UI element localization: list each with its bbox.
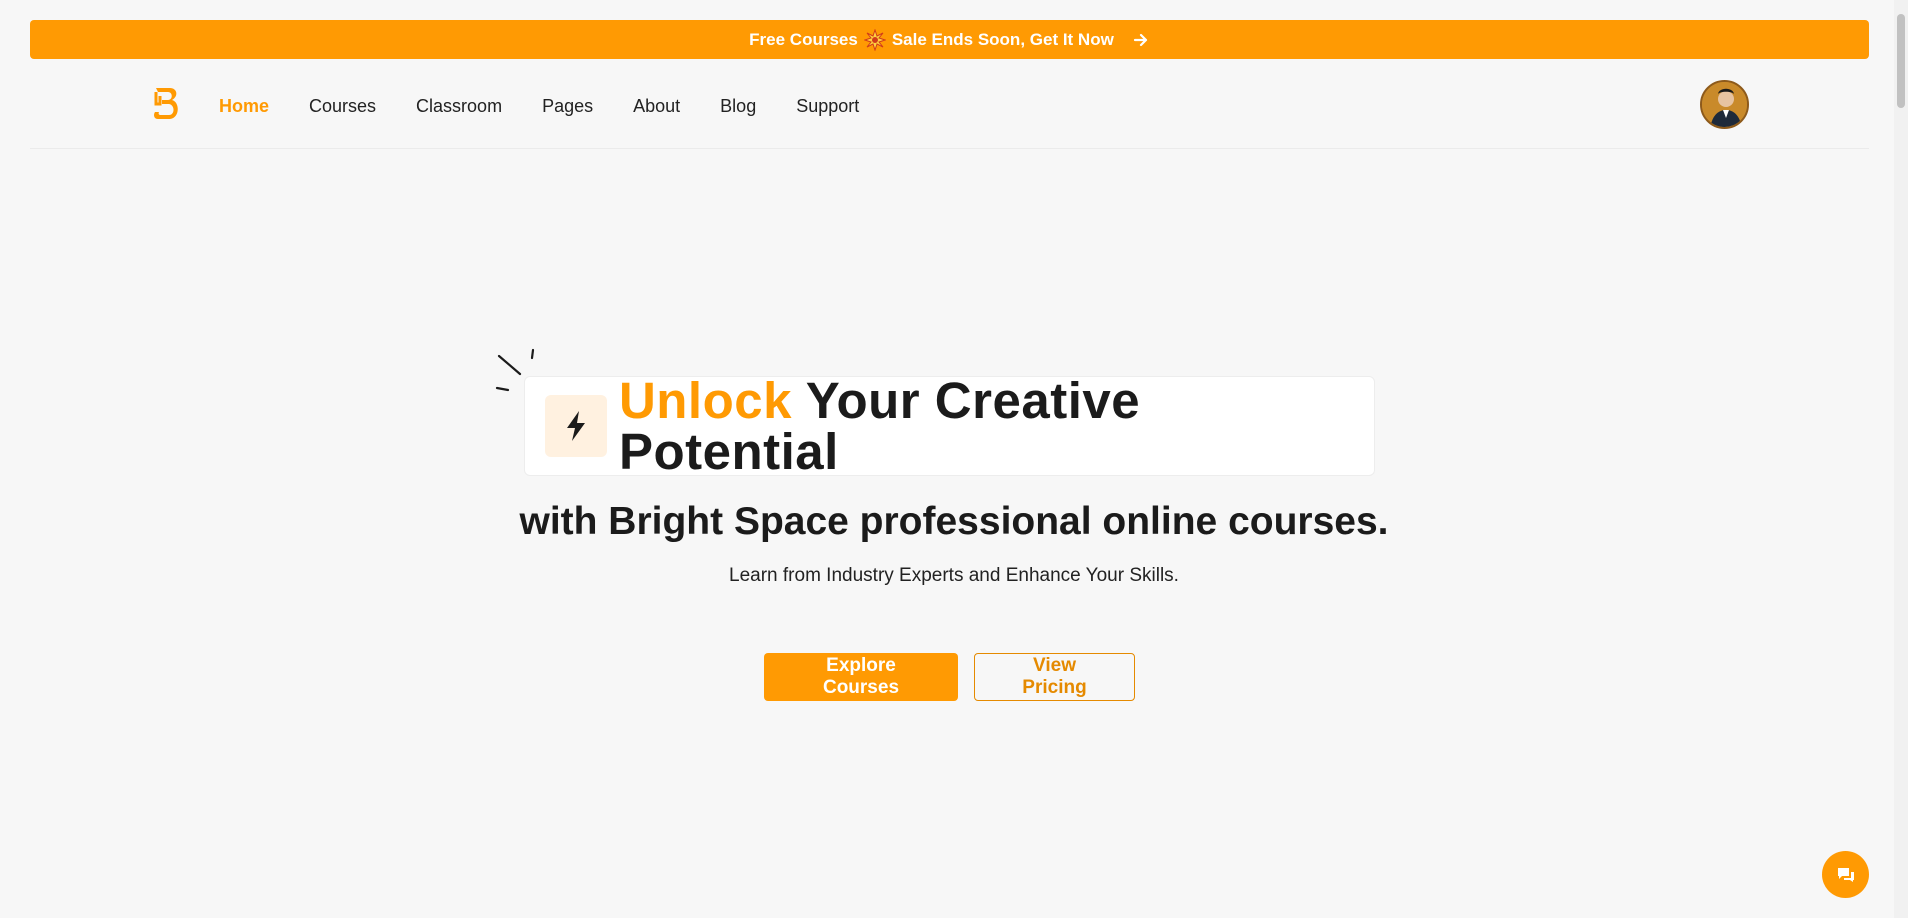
hero-title-card: Unlock Your Creative Potential	[524, 375, 1375, 477]
nav-item-support[interactable]: Support	[796, 94, 859, 118]
hero-description: Learn from Industry Experts and Enhance …	[729, 565, 1179, 586]
chat-bubble-icon	[1837, 867, 1854, 882]
promo-banner[interactable]: Free Courses Sale Ends Soon, Get It Now	[30, 20, 1869, 59]
explore-courses-button[interactable]: Explore Courses	[764, 653, 958, 701]
nav-item-about[interactable]: About	[633, 94, 680, 118]
nav-item-home[interactable]: Home	[219, 94, 269, 118]
page-scrollbar[interactable]	[1894, 0, 1908, 918]
nav-item-courses[interactable]: Courses	[309, 94, 376, 118]
lightning-bolt-icon	[545, 395, 607, 457]
chat-widget-button[interactable]	[1822, 851, 1869, 898]
view-pricing-button[interactable]: View Pricing	[974, 653, 1135, 701]
hero-title-accent: Unlock	[618, 372, 792, 429]
brightspace-logo[interactable]	[150, 84, 184, 124]
arrow-right-icon[interactable]	[1132, 31, 1150, 49]
scrollbar-thumb[interactable]	[1897, 14, 1905, 108]
promo-text-before: Free Courses	[749, 29, 858, 49]
user-avatar[interactable]	[1700, 80, 1749, 129]
hero-actions: Explore Courses View Pricing	[764, 653, 1135, 701]
nav-item-blog[interactable]: Blog	[720, 94, 756, 118]
sparkle-burst-icon	[863, 28, 886, 51]
nav-item-classroom[interactable]: Classroom	[416, 94, 502, 118]
hero-subtitle: with Bright Space professional online co…	[519, 500, 1389, 543]
main-navbar: Home Courses Classroom Pages About Blog …	[30, 74, 1869, 149]
nav-links: Home Courses Classroom Pages About Blog …	[219, 94, 899, 118]
promo-text-after: Sale Ends Soon, Get It Now	[891, 29, 1114, 49]
hero-title: Unlock Your Creative Potential	[619, 375, 1374, 477]
nav-item-pages[interactable]: Pages	[542, 94, 593, 118]
